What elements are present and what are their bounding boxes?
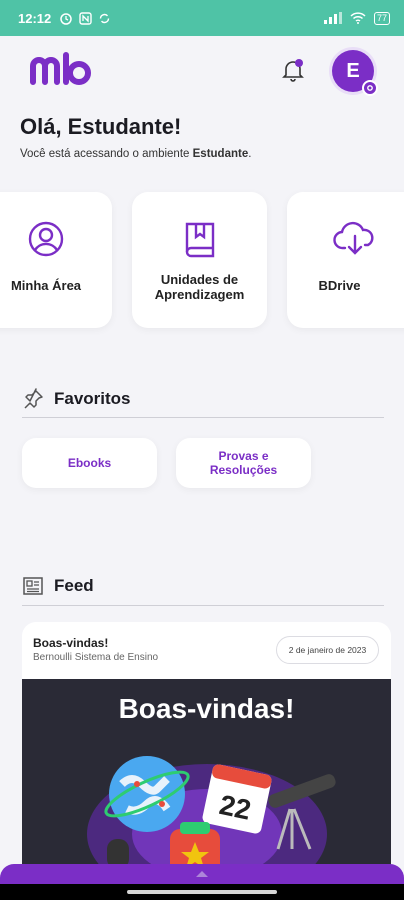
- post-image-title: Boas-vindas!: [118, 693, 295, 724]
- pin-icon: [24, 388, 43, 409]
- alarm-icon: [60, 13, 72, 25]
- favorite-ebooks[interactable]: Ebooks: [22, 438, 157, 488]
- shortcut-label: BDrive: [318, 278, 361, 293]
- feed-post-card[interactable]: Boas-vindas! Bernoulli Sistema de Ensino…: [22, 622, 391, 872]
- shortcut-label: Minha Área: [10, 278, 82, 293]
- wifi-icon: [350, 12, 366, 24]
- subtitle-suffix: .: [248, 148, 252, 160]
- cloud-download-icon: [332, 221, 374, 255]
- app-header: E: [0, 36, 404, 108]
- subtitle-env: Estudante: [192, 148, 249, 160]
- status-bar: 12:12 77: [0, 0, 404, 36]
- favorite-label: Provas e Resoluções: [209, 449, 278, 477]
- shortcut-carousel[interactable]: Minha Área Unidades de Aprendizagem BDri…: [0, 192, 404, 330]
- status-right-icons: 77: [323, 11, 390, 25]
- post-title: Boas-vindas!: [33, 636, 109, 650]
- welcome-illustration: 22: [87, 756, 336, 872]
- status-left-icons: [59, 11, 111, 25]
- shortcut-unidades[interactable]: Unidades de Aprendizagem: [132, 192, 267, 328]
- n-icon: [79, 11, 92, 25]
- favorites-divider: [22, 417, 384, 418]
- notification-bell-icon[interactable]: [282, 58, 304, 82]
- shortcut-minha-area[interactable]: Minha Área: [0, 192, 112, 328]
- bottom-area: [0, 864, 404, 900]
- book-bookmark-icon: [185, 222, 214, 258]
- gear-icon: [362, 80, 378, 96]
- feed-divider: [22, 605, 384, 606]
- user-avatar[interactable]: E: [332, 50, 378, 96]
- feed-title: Feed: [54, 576, 94, 595]
- mb-logo: [30, 52, 91, 85]
- avatar-letter: E: [346, 59, 360, 82]
- shortcut-bdrive[interactable]: BDrive: [287, 192, 404, 328]
- post-date-badge: 2 de janeiro de 2023: [276, 636, 379, 664]
- status-time: 12:12: [18, 10, 52, 26]
- newspaper-icon: [23, 577, 43, 595]
- favorites-title: Favoritos: [54, 389, 131, 408]
- home-icon[interactable]: [195, 868, 209, 878]
- favorites-header: Favoritos: [22, 388, 131, 410]
- greeting-subtitle: Você está acessando o ambiente Estudante…: [20, 148, 251, 160]
- sync-icon: [100, 13, 110, 23]
- shortcut-label: Unidades de Aprendizagem: [154, 272, 245, 302]
- calendar-day: 22: [217, 789, 254, 826]
- signal-icon: [323, 12, 342, 24]
- greeting-title: Olá, Estudante!: [20, 114, 182, 139]
- subtitle-prefix: Você está acessando o ambiente: [20, 148, 193, 160]
- post-image[interactable]: Boas-vindas! 22: [22, 679, 391, 872]
- battery-level: 77: [376, 13, 387, 23]
- feed-header: Feed: [22, 576, 94, 596]
- post-source: Bernoulli Sistema de Ensino: [33, 652, 159, 663]
- user-circle-icon: [28, 221, 64, 257]
- favorite-provas[interactable]: Provas e Resoluções: [176, 438, 311, 488]
- bottom-nav-bar[interactable]: [0, 864, 404, 884]
- gesture-handle[interactable]: [127, 890, 277, 894]
- battery-icon: 77: [373, 11, 390, 25]
